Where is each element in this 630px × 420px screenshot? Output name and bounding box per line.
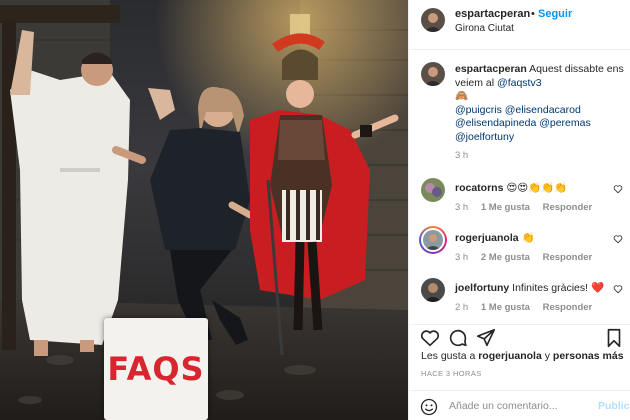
- faqs-sign-text: FAQS: [107, 350, 205, 388]
- caption-tags-line[interactable]: @joelfortuny: [455, 131, 514, 143]
- heart-icon[interactable]: [613, 284, 623, 294]
- profile-photo-icon: [421, 62, 445, 86]
- caption-emoji: 🙈: [455, 90, 469, 102]
- caption-tags-line[interactable]: @puigcris @elisendacarod: [455, 104, 581, 116]
- profile-photo-icon: [421, 178, 445, 202]
- comment-text: joelfortuny Infinites gràcies! ❤️: [455, 281, 605, 294]
- caption-mention[interactable]: @faqstv3: [497, 77, 542, 89]
- comment-item: rocatorns 😍😍👏👏👏 3 h 1 Me gusta Responder: [409, 178, 630, 224]
- comment-username[interactable]: rogerjuanola: [455, 232, 519, 244]
- follow-button[interactable]: Seguir: [538, 8, 572, 20]
- share-icon[interactable]: [475, 327, 497, 349]
- post-header: espartacperan • Seguir Girona Ciutat: [409, 0, 630, 50]
- avatar[interactable]: [421, 62, 445, 86]
- heart-icon[interactable]: [613, 184, 623, 194]
- post-author-username[interactable]: espartacperan: [455, 8, 530, 20]
- post-side-panel: espartacperan • Seguir Girona Ciutat esp…: [408, 0, 630, 420]
- avatar[interactable]: [421, 8, 445, 32]
- comment-item: joelfortuny Infinites gràcies! ❤️ 2 h 1 …: [409, 278, 630, 324]
- reply-button[interactable]: Responder: [543, 302, 593, 313]
- post-timestamp[interactable]: HACE 3 HORAS: [421, 369, 482, 378]
- post-location[interactable]: Girona Ciutat: [455, 23, 514, 34]
- heart-icon[interactable]: [613, 234, 623, 244]
- comment-body: Infinites gràcies! ❤️: [512, 282, 605, 294]
- comment-meta: 3 h 1 Me gusta Responder: [455, 202, 602, 213]
- likes-prefix: Les gusta a: [421, 350, 476, 362]
- comment-time: 3 h: [455, 252, 469, 263]
- post-photo[interactable]: FAQS: [0, 0, 408, 420]
- heart-icon[interactable]: [419, 327, 441, 349]
- caption-text: espartacperan Aquest dissabte ens veiem …: [455, 63, 627, 144]
- separator-dot: •: [531, 8, 535, 20]
- bookmark-icon[interactable]: [603, 327, 625, 349]
- comment-body: 👏: [521, 232, 535, 244]
- comment-time: 3 h: [455, 202, 469, 213]
- comment-body: 😍😍👏👏👏: [506, 182, 568, 194]
- comment-time: 2 h: [455, 302, 469, 313]
- comment-likes[interactable]: 1 Me gusta: [481, 202, 530, 213]
- likes-user[interactable]: rogerjuanola: [478, 350, 542, 362]
- emoji-icon[interactable]: [419, 397, 439, 417]
- comment-input[interactable]: [449, 397, 589, 415]
- likes-others[interactable]: personas más: [553, 350, 624, 362]
- profile-photo-icon: [423, 230, 443, 250]
- publish-button[interactable]: Publicar: [598, 400, 630, 412]
- comment-meta: 3 h 2 Me gusta Responder: [455, 252, 602, 263]
- comment-likes[interactable]: 1 Me gusta: [481, 302, 530, 313]
- faqs-sign: FAQS: [104, 318, 208, 420]
- avatar[interactable]: [421, 178, 445, 202]
- avatar[interactable]: [423, 230, 443, 250]
- post-actions: [409, 324, 630, 348]
- avatar[interactable]: [421, 278, 445, 302]
- likes-summary[interactable]: Les gusta a rogerjuanola y personas más: [421, 350, 624, 362]
- reply-button[interactable]: Responder: [543, 252, 593, 263]
- profile-photo-icon: [421, 8, 445, 32]
- likes-joiner: y: [544, 350, 550, 362]
- comment-username[interactable]: rocatorns: [455, 182, 503, 194]
- reply-button[interactable]: Responder: [543, 202, 593, 213]
- comment-text: rogerjuanola 👏: [455, 231, 605, 244]
- comment-icon[interactable]: [447, 327, 469, 349]
- comment-meta: 2 h 1 Me gusta Responder: [455, 302, 602, 313]
- comment-likes[interactable]: 2 Me gusta: [481, 252, 530, 263]
- caption-username[interactable]: espartacperan: [455, 63, 527, 75]
- caption-tags-line[interactable]: @elisendapineda @peremas: [455, 117, 591, 129]
- comment-item: rogerjuanola 👏 3 h 2 Me gusta Responder: [409, 226, 630, 274]
- comment-text: rocatorns 😍😍👏👏👏: [455, 181, 605, 194]
- add-comment-bar: Publicar: [409, 390, 630, 420]
- comment-username[interactable]: joelfortuny: [455, 282, 509, 294]
- profile-photo-icon: [421, 278, 445, 302]
- caption-timestamp: 3 h: [455, 150, 469, 161]
